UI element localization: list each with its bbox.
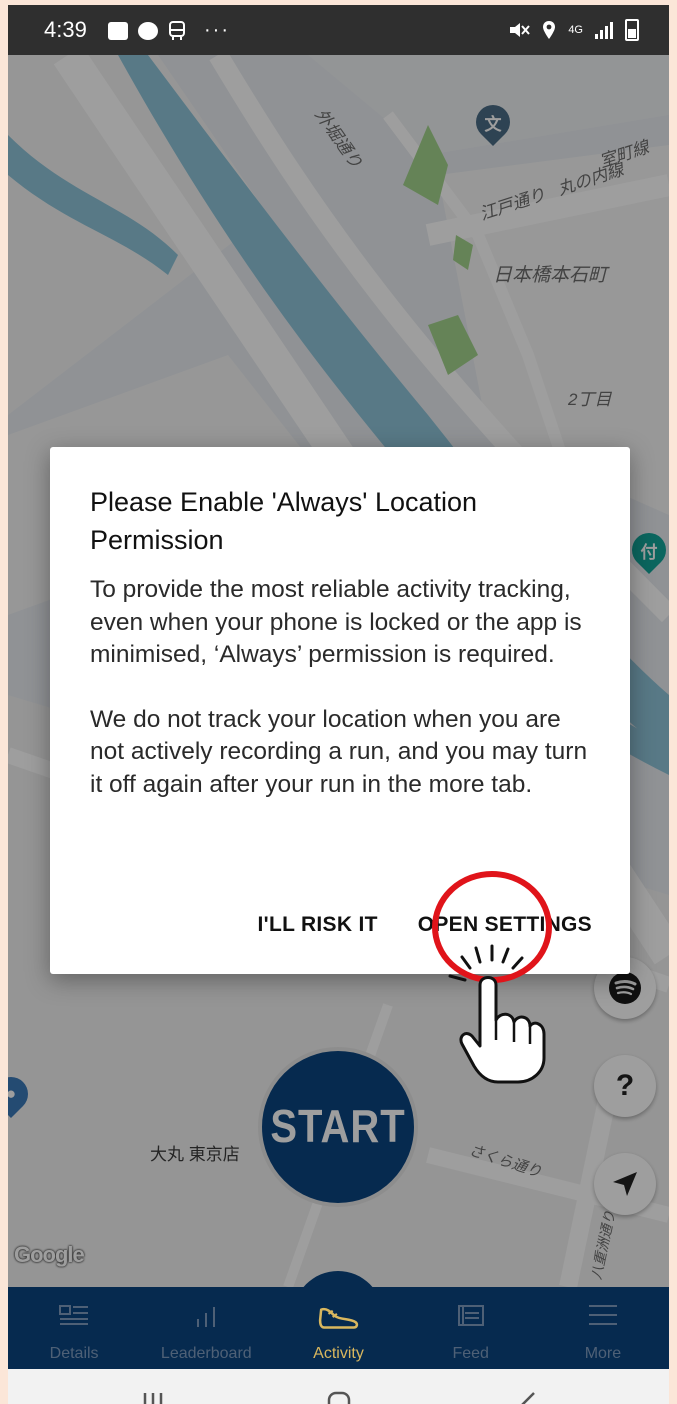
signal-icon (595, 21, 613, 39)
bus-icon (169, 20, 185, 40)
tab-activity[interactable]: Activity (272, 1287, 404, 1369)
dialog-title: Please Enable 'Always' Location Permissi… (90, 487, 478, 555)
shoe-icon (318, 1307, 358, 1329)
network-type: 4G (568, 24, 583, 36)
battery-icon (625, 19, 639, 41)
open-settings-button[interactable]: OPEN SETTINGS (418, 913, 592, 937)
phone-screen: 外堀通り 江戸通り 丸の内線 室町線 日本橋本石町 2丁目 大丸 東京店 さくら… (8, 5, 669, 1404)
mute-icon (510, 23, 531, 37)
back-icon[interactable] (516, 1391, 538, 1404)
status-left-icons: ··· (108, 19, 230, 42)
recent-apps-icon[interactable] (138, 1391, 168, 1404)
tab-activity-label: Activity (313, 1345, 364, 1362)
dialog-body-paragraph-1: To provide the most reliable activity tr… (90, 576, 582, 668)
app-badge-icon (138, 21, 158, 40)
status-time: 4:39 (44, 17, 87, 42)
permission-dialog: Please Enable 'Always' Location Permissi… (50, 447, 630, 974)
dialog-actions: I'LL RISK IT OPEN SETTINGS (258, 913, 592, 937)
dialog-body: To provide the most reliable activity tr… (90, 574, 600, 833)
status-overflow: ··· (204, 19, 230, 41)
system-nav-bar (8, 1369, 669, 1404)
dialog-body-paragraph-2: We do not track your location when you a… (90, 705, 588, 798)
risk-it-button[interactable]: I'LL RISK IT (258, 913, 378, 937)
home-icon[interactable] (326, 1391, 352, 1404)
image-icon (108, 21, 128, 40)
location-icon (543, 21, 556, 39)
status-bar: 4:39 ··· 4G (8, 5, 669, 55)
status-right-icons: 4G (508, 19, 639, 41)
